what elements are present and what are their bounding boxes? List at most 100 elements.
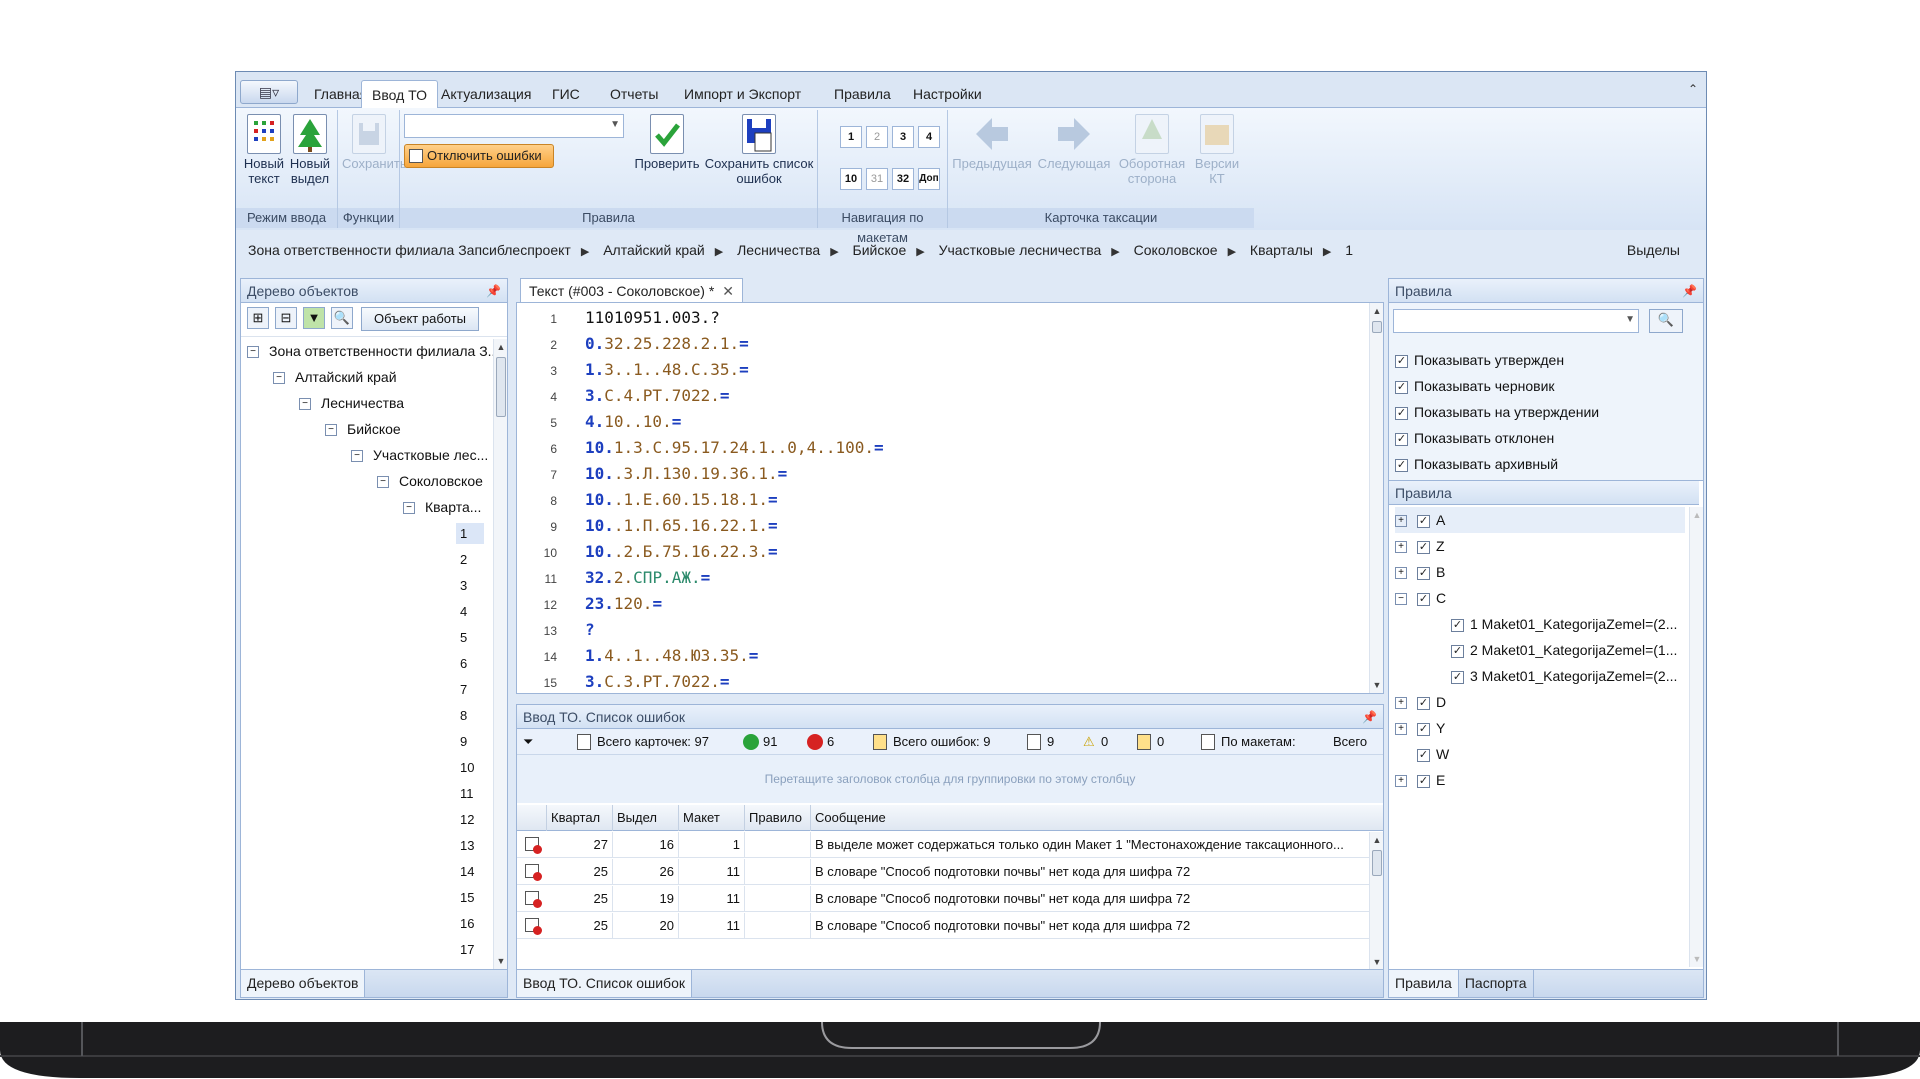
rules-tree-scrollbar[interactable]: ▲ ▼: [1689, 507, 1703, 967]
table-row[interactable]: 25 19 11 В словаре "Способ подготовки по…: [517, 886, 1369, 912]
rule-group-y[interactable]: + ✓ Y: [1395, 715, 1445, 741]
expand-node-icon[interactable]: +: [1395, 515, 1407, 528]
rule-item[interactable]: ✓ 1 Maket01_KategorijaZemel=(2...: [1451, 611, 1677, 637]
code-line[interactable]: 7 10..3.Л.130.19.36.1.=: [517, 461, 1383, 487]
layout-3-button[interactable]: 3: [892, 126, 914, 148]
layout-31-button[interactable]: 31: [866, 168, 888, 190]
tab-nastroyki[interactable]: Настройки: [903, 80, 992, 108]
tree-leaf[interactable]: 2: [456, 549, 484, 570]
next-button[interactable]: Следующая: [1036, 114, 1112, 171]
tab-otchety[interactable]: Отчеты: [600, 80, 668, 108]
total-errors[interactable]: Всего ошибок: 9: [893, 729, 990, 755]
back-side-button[interactable]: Оборотная сторона: [1116, 114, 1188, 186]
breadcrumb-item[interactable]: Алтайский край: [603, 242, 705, 258]
filter-rejected[interactable]: ✓ Показывать отклонен: [1395, 427, 1554, 449]
close-icon[interactable]: ✕: [722, 283, 734, 299]
scroll-up-icon[interactable]: ▲: [1691, 509, 1703, 521]
footer-tab-object-tree[interactable]: Дерево объектов: [241, 970, 366, 997]
object-tree-scrollbar[interactable]: ▲ ▼: [493, 339, 507, 969]
rule-item[interactable]: ✓ 3 Maket01_KategorijaZemel=(2...: [1451, 663, 1677, 689]
tree-leaf[interactable]: 15: [456, 887, 484, 908]
code-line[interactable]: 2 0.32.25.228.2.1.=: [517, 331, 1383, 357]
code-line[interactable]: 13?: [517, 617, 1383, 643]
tree-node[interactable]: − Участковые лес...: [351, 445, 488, 466]
collapse-node-icon[interactable]: −: [351, 450, 363, 463]
tree-node[interactable]: − Алтайский край: [273, 367, 397, 388]
filter-approved[interactable]: ✓ Показывать утвержден: [1395, 349, 1564, 371]
filter-archived[interactable]: ✓ Показывать архивный: [1395, 453, 1558, 475]
checkbox-icon[interactable]: ✓: [1451, 644, 1464, 658]
column-header-quarter[interactable]: Квартал: [547, 805, 613, 831]
code-line[interactable]: 8 10..1.Е.60.15.18.1.=: [517, 487, 1383, 513]
warning-cards-count[interactable]: 0: [1157, 729, 1164, 755]
breadcrumb-plots-link[interactable]: Выделы: [1627, 234, 1680, 266]
expand-node-icon[interactable]: +: [1395, 541, 1407, 554]
column-header-layout[interactable]: Макет: [679, 805, 745, 831]
table-row[interactable]: 25 26 11 В словаре "Способ подготовки по…: [517, 859, 1369, 885]
disable-errors-button[interactable]: Отключить ошибки: [404, 144, 554, 168]
checkbox-icon[interactable]: ✓: [1395, 354, 1408, 368]
column-header-plot[interactable]: Выдел: [613, 805, 679, 831]
collapse-node-icon[interactable]: −: [377, 476, 389, 489]
save-button[interactable]: Сохранить: [342, 114, 407, 171]
tree-node[interactable]: − Бийское: [325, 419, 401, 440]
tree-leaf[interactable]: 8: [456, 705, 484, 726]
error-cards-count[interactable]: 9: [1047, 729, 1054, 755]
breadcrumb-item[interactable]: 1: [1345, 242, 1353, 258]
checkbox-icon[interactable]: ✓: [1417, 722, 1430, 736]
tab-gis[interactable]: ГИС: [542, 80, 590, 108]
checkbox-icon[interactable]: ✓: [1417, 748, 1430, 762]
code-line[interactable]: 3 1.3..1..48.С.35.=: [517, 357, 1383, 383]
code-line[interactable]: 1 11010951.003.?: [517, 305, 1383, 331]
expand-node-icon[interactable]: +: [1395, 567, 1407, 580]
checkbox-icon[interactable]: ✓: [1417, 540, 1430, 554]
collapse-node-icon[interactable]: −: [403, 502, 415, 515]
tree-leaf[interactable]: 13: [456, 835, 484, 856]
checkbox-icon[interactable]: ✓: [1395, 432, 1408, 446]
code-line[interactable]: 6 10.1.3.С.95.17.24.1..0,4..100.=: [517, 435, 1383, 461]
collapse-node-icon[interactable]: −: [299, 398, 311, 411]
table-row[interactable]: 27 16 1 В выделе может содержаться тольк…: [517, 832, 1369, 858]
tree-leaf[interactable]: 9: [456, 731, 484, 752]
checkbox-icon[interactable]: ✓: [1417, 566, 1430, 580]
layout-10-button[interactable]: 10: [840, 168, 862, 190]
expand-node-icon[interactable]: +: [1395, 723, 1407, 736]
breadcrumb-item[interactable]: Соколовское: [1134, 242, 1218, 258]
breadcrumb-item[interactable]: Бийское: [853, 242, 907, 258]
new-text-button[interactable]: Новый текст: [242, 114, 286, 186]
warning-count[interactable]: 0: [1101, 729, 1108, 755]
versions-button[interactable]: Версии КТ: [1192, 114, 1242, 186]
rule-group-b[interactable]: + ✓ B: [1395, 559, 1445, 585]
tab-import-export[interactable]: Импорт и Экспорт: [674, 80, 811, 108]
search-icon[interactable]: 🔍: [1649, 309, 1683, 333]
code-line[interactable]: 10 10..2.Б.75.16.22.3.=: [517, 539, 1383, 565]
pin-icon[interactable]: 📌: [486, 279, 501, 303]
check-button[interactable]: Проверить: [632, 114, 702, 171]
tree-leaf[interactable]: 4: [456, 601, 484, 622]
tree-leaf[interactable]: 5: [456, 627, 484, 648]
pin-icon[interactable]: 📌: [1362, 705, 1377, 729]
ribbon-collapse-icon[interactable]: ⌃: [1688, 82, 1698, 96]
layout-1-button[interactable]: 1: [840, 126, 862, 148]
scroll-up-icon[interactable]: ▲: [1371, 834, 1383, 846]
layout-extra-button[interactable]: Доп: [918, 168, 940, 190]
save-error-list-button[interactable]: Сохранить список ошибок: [704, 114, 814, 186]
filter-draft[interactable]: ✓ Показывать черновик: [1395, 375, 1555, 397]
checkbox-icon[interactable]: ✓: [1417, 774, 1430, 788]
column-header-rule[interactable]: Правило: [745, 805, 811, 831]
tree-leaf[interactable]: 16: [456, 913, 484, 934]
rule-group-e[interactable]: + ✓ E: [1395, 767, 1445, 793]
tree-leaf[interactable]: 1: [456, 523, 484, 544]
checkbox-icon[interactable]: ✓: [1395, 380, 1408, 394]
checkbox-icon[interactable]: ✓: [1451, 618, 1464, 632]
collapse-node-icon[interactable]: −: [325, 424, 337, 437]
code-line[interactable]: 4 3.С.4.РТ.7022.=: [517, 383, 1383, 409]
rule-group-d[interactable]: + ✓ D: [1395, 689, 1446, 715]
code-line[interactable]: 14 1.4..1..48.ЮЗ.35.=: [517, 643, 1383, 669]
scroll-up-icon[interactable]: ▲: [495, 341, 507, 353]
document-tab[interactable]: Текст (#003 - Соколовское) * ✕: [520, 278, 743, 302]
footer-tab-error-list[interactable]: Ввод ТО. Список ошибок: [517, 970, 692, 997]
rule-group-w[interactable]: ✓ W: [1417, 741, 1449, 767]
layout-4-button[interactable]: 4: [918, 126, 940, 148]
group-by-hint[interactable]: Перетащите заголовок столбца для группир…: [517, 755, 1383, 803]
